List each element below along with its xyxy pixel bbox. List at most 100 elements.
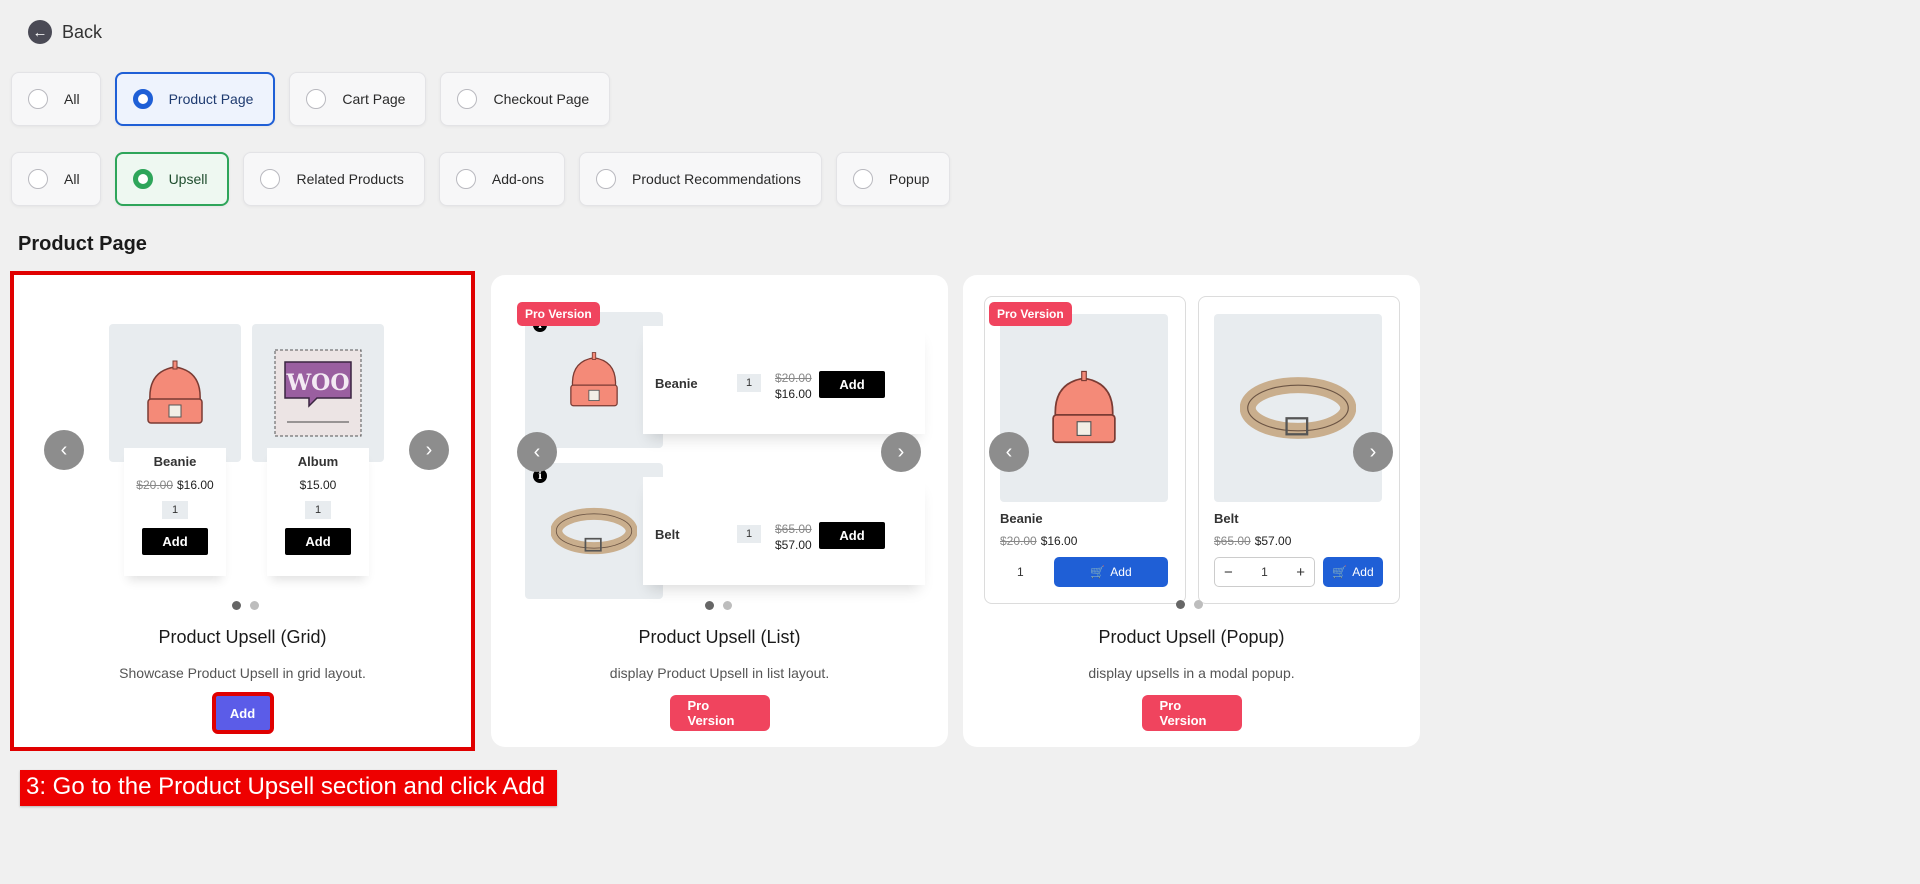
instruction-banner: 3: Go to the Product Upsell section and … — [20, 770, 557, 806]
chevron-left-icon[interactable]: ‹ — [44, 430, 84, 470]
location-filter-checkout-page[interactable]: Checkout Page — [440, 72, 611, 126]
beanie-icon — [570, 352, 618, 407]
type-filter-popup[interactable]: Popup — [835, 152, 951, 206]
product-add-button[interactable]: Add — [285, 528, 351, 555]
pager-dot-active[interactable] — [232, 601, 241, 610]
quantity-value[interactable]: 1 — [1261, 565, 1268, 579]
radio-icon — [306, 89, 327, 109]
quantity-field[interactable]: 1 — [304, 501, 332, 519]
chevron-right-icon[interactable]: › — [409, 430, 449, 470]
product-image: WOO — [252, 324, 384, 462]
template-card-list: i Beanie 1 $20.00 $16.00 Add i Belt 1 $6… — [491, 275, 948, 747]
grid-product-panel: Beanie $20.00 $16.00 1 Add — [124, 448, 226, 576]
product-add-button[interactable]: Add — [819, 522, 885, 549]
radio-icon — [28, 169, 48, 189]
card-description: display Product Upsell in list layout. — [609, 665, 830, 681]
pager-dot-active[interactable] — [1176, 600, 1185, 609]
grid-product-beanie: Beanie $20.00 $16.00 1 Add — [109, 324, 241, 576]
quantity-stepper: − 1 + — [1214, 557, 1315, 587]
cart-icon: 🛒 — [1090, 565, 1106, 579]
belt-icon — [1240, 377, 1356, 439]
product-add-button[interactable]: Add — [819, 371, 885, 398]
belt-icon — [551, 507, 637, 555]
minus-icon[interactable]: − — [1224, 564, 1233, 581]
location-filter-cart-page[interactable]: Cart Page — [289, 72, 427, 126]
location-filter-label: All — [64, 91, 80, 107]
pager-dot[interactable] — [723, 601, 732, 610]
product-name: Album — [297, 454, 339, 469]
product-image — [109, 324, 241, 462]
product-add-button[interactable]: 🛒 Add — [1054, 557, 1168, 587]
chevron-left-icon[interactable]: ‹ — [517, 432, 557, 472]
plus-icon[interactable]: + — [1296, 564, 1305, 581]
type-filter-label: All — [64, 171, 80, 187]
location-filter-all[interactable]: All — [11, 72, 101, 126]
location-filter-group: All Product Page Cart Page Checkout Page — [11, 72, 611, 126]
cart-icon: 🛒 — [1332, 565, 1348, 579]
product-price: $15.00 — [299, 478, 337, 492]
type-filter-group: All Upsell Related Products Add-ons Prod… — [11, 152, 951, 206]
card-title: Product Upsell (Popup) — [1098, 627, 1285, 647]
pro-version-badge: Pro Version — [989, 302, 1072, 326]
old-price: $20.00 — [775, 371, 812, 385]
old-price: $65.00 — [775, 522, 812, 536]
grid-product-panel: Album $15.00 1 Add — [267, 448, 369, 576]
chevron-left-icon[interactable]: ‹ — [989, 432, 1029, 472]
radio-icon — [260, 169, 281, 189]
product-price: $20.00 $16.00 — [124, 478, 226, 492]
location-filter-product-page[interactable]: Product Page — [114, 72, 276, 126]
list-product-panel: Belt 1 $65.00 $57.00 Add — [643, 477, 925, 585]
quantity-field[interactable]: 1 — [161, 501, 189, 519]
sale-price: $16.00 — [177, 478, 214, 492]
type-filter-label: Popup — [888, 171, 930, 187]
pager-dot[interactable] — [1194, 600, 1203, 609]
chevron-right-icon[interactable]: › — [881, 432, 921, 472]
template-card-grid: Beanie $20.00 $16.00 1 Add WOO Album $15.… — [10, 271, 475, 751]
beanie-icon — [1052, 370, 1116, 444]
product-name: Beanie — [1000, 511, 1043, 526]
template-card-popup: Beanie $20.00 $16.00 1 🛒 Add Belt $65.00 $… — [963, 275, 1420, 747]
old-price: $65.00 — [1214, 534, 1251, 548]
list-product-belt: i Belt 1 $65.00 $57.00 Add — [525, 463, 925, 599]
type-filter-related-products[interactable]: Related Products — [243, 152, 425, 206]
product-name: Beanie — [153, 454, 197, 469]
type-filter-product-recommendations[interactable]: Product Recommendations — [579, 152, 822, 206]
card-description: Showcase Product Upsell in grid layout. — [119, 665, 366, 681]
back-button[interactable]: ← Back — [28, 20, 102, 44]
type-filter-add-ons[interactable]: Add-ons — [438, 152, 566, 206]
radio-icon — [852, 169, 873, 189]
location-filter-label: Product Page — [168, 91, 254, 107]
product-add-button[interactable]: 🛒 Add — [1323, 557, 1383, 587]
product-price: $65.00 $57.00 — [1214, 534, 1291, 548]
section-title: Product Page — [18, 233, 147, 255]
pager-dot-active[interactable] — [705, 601, 714, 610]
product-price: $65.00 $57.00 — [775, 521, 816, 553]
type-filter-upsell[interactable]: Upsell — [114, 152, 230, 206]
type-filter-label: Product Recommendations — [632, 171, 801, 187]
quantity-field[interactable]: 1 — [737, 525, 762, 543]
type-filter-all[interactable]: All — [11, 152, 101, 206]
radio-icon — [457, 89, 478, 109]
pager-dot[interactable] — [250, 601, 259, 610]
sale-price: $16.00 — [1040, 534, 1078, 548]
quantity-value[interactable]: 1 — [1017, 565, 1024, 579]
product-image — [1000, 314, 1168, 502]
add-template-button[interactable]: Add — [211, 692, 274, 734]
arrow-left-icon: ← — [28, 20, 52, 44]
quantity-field[interactable]: 1 — [737, 374, 762, 392]
chevron-right-icon[interactable]: › — [1353, 432, 1393, 472]
card-title: Product Upsell (List) — [638, 627, 801, 647]
radio-icon — [596, 169, 617, 189]
location-filter-label: Cart Page — [342, 91, 406, 107]
radio-checked-icon — [132, 89, 153, 109]
add-label: Add — [1110, 565, 1132, 579]
back-label: Back — [62, 21, 103, 42]
product-price: $20.00 $16.00 — [775, 370, 816, 402]
product-add-button[interactable]: Add — [142, 528, 208, 555]
beanie-icon — [147, 360, 203, 424]
card-title: Product Upsell (Grid) — [158, 627, 327, 647]
pro-version-button[interactable]: Pro Version — [669, 695, 770, 731]
pro-version-button[interactable]: Pro Version — [1141, 695, 1242, 731]
card-description: display upsells in a modal popup. — [1088, 665, 1295, 681]
radio-icon — [28, 89, 48, 109]
